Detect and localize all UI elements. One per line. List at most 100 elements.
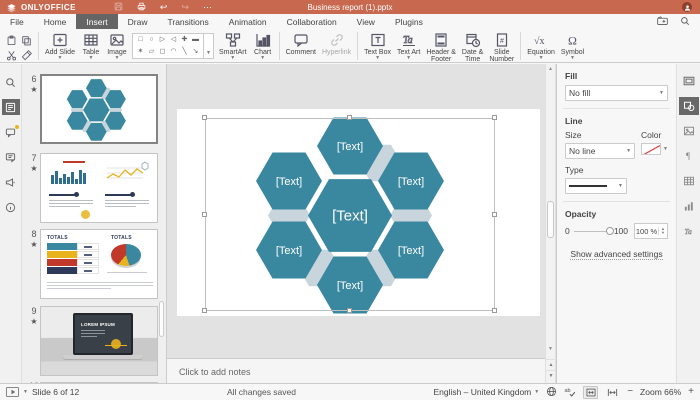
find-button[interactable] [2,74,20,90]
slide-9-thumbnail[interactable]: LOREM IPSUM [40,306,158,376]
shape-rectangle-icon[interactable]: □ [138,35,142,45]
text-art-settings-button[interactable]: Ta [679,222,699,240]
selection-handle-bottom-right[interactable] [492,308,497,313]
scroll-down-icon[interactable]: ▼ [546,346,555,352]
spell-checking-icon[interactable]: ab [564,386,576,399]
shape-arc-icon[interactable]: ◠ [170,47,176,57]
start-slideshow-button[interactable] [6,387,19,397]
user-avatar[interactable] [682,2,692,12]
about-button[interactable] [2,199,20,215]
shape-left-arrow-icon[interactable]: ◁ [171,35,176,45]
menu-plugins[interactable]: Plugins [385,14,433,29]
slide-canvas-area[interactable]: [Text] [Text] [Text] [Text] [Text] [Text… [167,64,545,383]
save-button[interactable] [114,2,123,13]
line-color-swatch[interactable] [641,143,661,155]
opacity-slider[interactable] [574,231,610,232]
language-selector[interactable]: English – United Kingdom ▼ [433,387,539,397]
table-settings-button[interactable] [679,172,699,190]
table-button[interactable]: Table▼ [78,31,104,62]
opacity-slider-handle[interactable] [606,227,614,235]
slides-panel-button[interactable] [2,99,20,115]
selection-handle-top-left[interactable] [202,115,207,120]
shape-arrow-line-icon[interactable]: ↘ [193,47,199,57]
hexagon-text-top-left[interactable]: [Text] [276,176,302,188]
canvas-scrollbar[interactable]: ▲ ▼ ▲ ▼ [545,64,556,383]
fit-to-slide-button[interactable] [583,386,598,399]
slide-settings-button[interactable] [679,72,699,90]
slide-7-thumbnail[interactable] [40,153,158,223]
hexagon-text-center[interactable]: [Text] [332,208,368,225]
undo-button[interactable]: ↩ [160,3,168,12]
zoom-out-button[interactable]: − [627,387,633,397]
hexagon-text-bottom[interactable]: [Text] [337,280,363,292]
slide-6-thumbnail[interactable] [40,74,158,144]
notes-placeholder[interactable]: Click to add notes [179,367,251,377]
slideshow-options-chevron-icon[interactable]: ▼ [23,389,28,395]
more-actions-button[interactable]: ⋯ [203,3,212,12]
comment-button[interactable]: Comment [283,31,319,57]
selection-handle-top-center[interactable] [347,115,352,120]
image-button[interactable]: Image▼ [104,31,130,62]
open-file-location-icon[interactable] [657,13,668,31]
paragraph-settings-button[interactable]: ¶ [679,147,699,165]
show-advanced-settings-link[interactable]: Show advanced settings [570,249,662,260]
document-language-icon[interactable] [546,386,557,399]
zoom-in-button[interactable]: + [688,387,694,397]
selection-handle-bottom-left[interactable] [202,308,207,313]
chart-settings-button[interactable] [679,197,699,215]
canvas-scrollbar-thumb[interactable] [547,201,554,238]
text-art-button[interactable]: Ta Text Art▼ [394,31,423,62]
chevron-down-icon[interactable]: ▼ [663,146,668,152]
equation-button[interactable]: √x Equation▼ [524,31,558,62]
shape-parallelogram-icon[interactable]: ▱ [149,47,154,57]
fill-select[interactable]: No fill▼ [565,85,668,101]
shape-star-icon[interactable]: ✶ [138,47,144,57]
copy-icon[interactable] [19,33,33,47]
chat-panel-button[interactable] [2,149,20,165]
redo-button[interactable]: ↪ [181,3,189,12]
notes-area[interactable]: Click to add notes [167,358,545,383]
cut-icon[interactable] [4,48,18,62]
slide-number-button[interactable]: # Slide Number [486,31,517,64]
shape-line-icon[interactable]: ╲ [182,47,186,57]
hyperlink-button[interactable]: Hyperlink [319,31,354,57]
chart-button[interactable]: Chart▼ [250,31,276,62]
slide-8-thumbnail[interactable]: TOTALS TOTALS [40,229,158,299]
shape-right-arrow-icon[interactable]: ▷ [160,35,165,45]
next-slide-button[interactable]: ▼ [546,370,556,381]
shape-gallery-expand-button[interactable]: ▼ [203,34,213,58]
selection-handle-middle-left[interactable] [202,212,207,217]
print-button[interactable] [137,2,146,13]
previous-slide-button[interactable]: ▲ [546,359,556,370]
menu-insert[interactable]: Insert [76,14,117,29]
menu-home[interactable]: Home [34,14,77,29]
menu-draw[interactable]: Draw [118,14,158,29]
hexagon-text-bottom-right[interactable]: [Text] [398,245,424,257]
line-type-select[interactable]: ▼ [565,178,627,194]
scroll-up-icon[interactable]: ▲ [546,66,555,72]
search-icon[interactable] [680,13,690,31]
copy-style-icon[interactable] [19,48,33,62]
opacity-spinbox[interactable]: 100 % ▲▼ [634,223,668,239]
text-box-button[interactable]: Text Box▼ [361,31,394,62]
date-time-button[interactable]: Date & Time [459,31,486,64]
image-settings-button[interactable] [679,122,699,140]
step-down-icon[interactable]: ▼ [661,231,665,235]
fit-to-width-button[interactable] [605,386,620,399]
menu-transitions[interactable]: Transitions [158,14,219,29]
smartart-button[interactable]: SmartArt▼ [216,31,250,62]
symbol-button[interactable]: Ω Symbol▼ [558,31,587,62]
shape-settings-button[interactable] [679,97,699,115]
opacity-stepper[interactable]: ▲▼ [658,227,667,235]
selection-handle-bottom-center[interactable] [347,308,352,313]
add-slide-button[interactable]: Add Slide▼ [42,31,78,62]
thumbnails-scrollbar-thumb[interactable] [159,301,164,337]
shape-ellipse-icon[interactable]: ○ [149,35,153,45]
hexagon-text-top-right[interactable]: [Text] [398,176,424,188]
feedback-button[interactable] [2,174,20,190]
shape-plus-icon[interactable]: ✚ [182,35,188,45]
hexagon-text-bottom-left[interactable]: [Text] [276,245,302,257]
shape-minus-icon[interactable]: ▬ [192,35,199,45]
paste-icon[interactable] [4,33,18,47]
menu-animation[interactable]: Animation [219,14,277,29]
